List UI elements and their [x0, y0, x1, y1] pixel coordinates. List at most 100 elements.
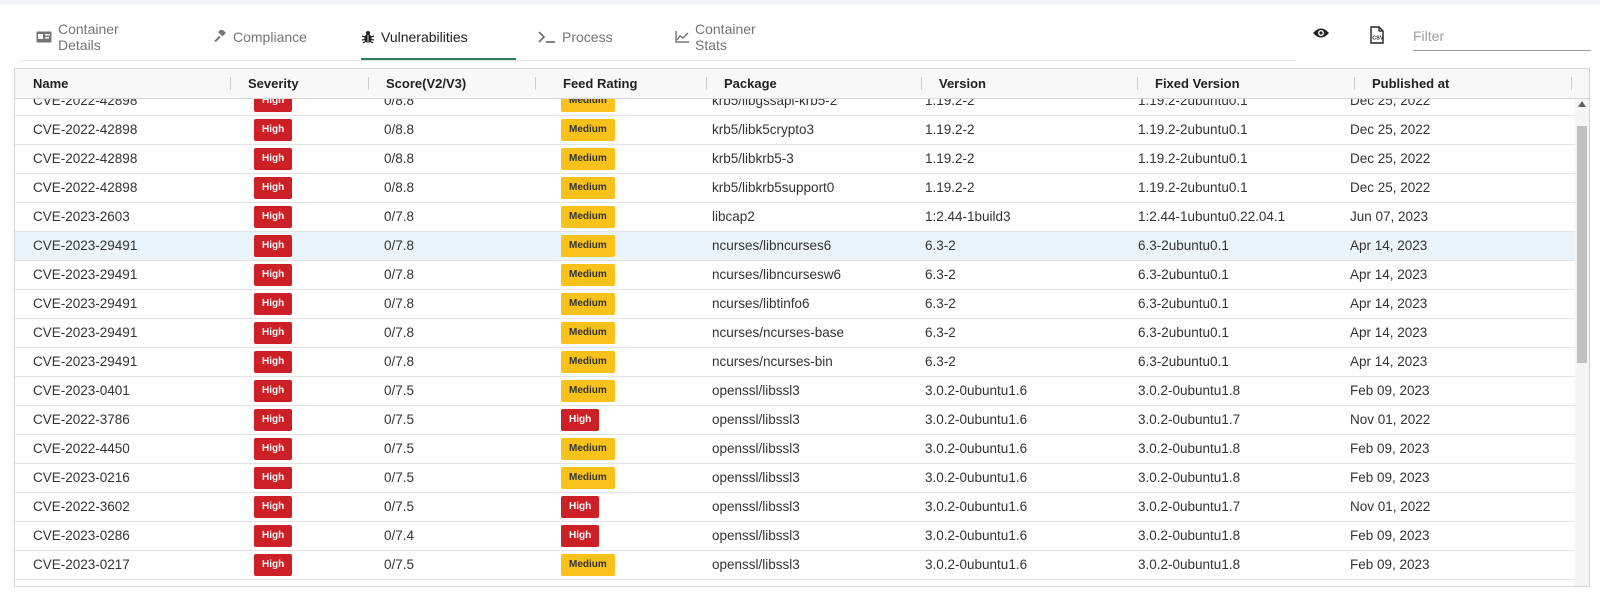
- id-card-icon: [36, 31, 52, 43]
- table-row[interactable]: CVE-2022-42898 High 0/8.8 Medium krb5/libgss…: [15, 99, 1575, 116]
- cell-published-at: Feb 09, 2023: [1350, 383, 1430, 398]
- tab-container-details[interactable]: Container Details: [26, 16, 129, 58]
- feed-rating-cell: Medium: [561, 174, 615, 202]
- cell-package: openssl/libssl3: [712, 383, 800, 398]
- table-row[interactable]: CVE-2023-0401 High 0/7.5 Medium openssl/libs…: [15, 377, 1575, 406]
- cell-score: 0/7.8: [384, 209, 415, 224]
- column-separator[interactable]: [1571, 77, 1572, 90]
- cell-package: openssl/libssl3: [712, 528, 800, 543]
- column-separator[interactable]: [921, 77, 922, 90]
- severity-cell: High: [254, 116, 293, 144]
- bug-icon: [361, 30, 375, 44]
- column-header-fixed-version[interactable]: Fixed Version: [1155, 69, 1240, 98]
- feed-rating-cell: Medium: [561, 232, 615, 260]
- severity-badge: High: [254, 264, 293, 287]
- cell-fixed-version: 3.0.2-0ubuntu1.7: [1138, 412, 1241, 427]
- cell-version: 3.0.2-0ubuntu1.6: [925, 557, 1028, 572]
- tab-vulnerabilities[interactable]: Vulnerabilities: [351, 16, 478, 58]
- table-row[interactable]: CVE-2022-3602 High 0/7.5 High openssl/libssl…: [15, 493, 1575, 522]
- cell-score: 0/7.8: [384, 267, 415, 282]
- cell-package: ncurses/libncursesw6: [712, 267, 842, 282]
- cell-name: CVE-2023-0217: [33, 557, 130, 572]
- eye-icon[interactable]: [1312, 26, 1330, 44]
- filter-input[interactable]: [1413, 22, 1591, 51]
- table-row[interactable]: CVE-2022-42898 High 0/8.8 Medium krb5/libkrb…: [15, 174, 1575, 203]
- cell-name: CVE-2023-29491: [33, 354, 138, 369]
- table-row[interactable]: CVE-2023-29491 High 0/7.8 Medium ncurses/ncu…: [15, 348, 1575, 377]
- column-header-score[interactable]: Score(V2/V3): [386, 69, 466, 98]
- cell-score: 0/8.8: [384, 151, 415, 166]
- cell-score: 0/7.8: [384, 296, 415, 311]
- column-separator[interactable]: [368, 77, 369, 90]
- table-row[interactable]: CVE-2023-0216 High 0/7.5 Medium openssl/libs…: [15, 464, 1575, 493]
- feed-rating-badge: Medium: [561, 438, 615, 461]
- tab-process[interactable]: Process: [528, 16, 623, 58]
- column-separator[interactable]: [706, 77, 707, 90]
- column-separator[interactable]: [535, 77, 536, 90]
- scroll-up-arrow-icon[interactable]: [1578, 101, 1586, 107]
- cell-name: CVE-2022-42898: [33, 99, 138, 108]
- cell-version: 3.0.2-0ubuntu1.6: [925, 528, 1028, 543]
- tab-container-stats[interactable]: Container Stats: [665, 16, 766, 58]
- feed-rating-badge: Medium: [561, 148, 615, 171]
- column-header-name[interactable]: Name: [33, 69, 68, 98]
- column-header-published-at[interactable]: Published at: [1372, 69, 1449, 98]
- table-row[interactable]: CVE-2023-29491 High 0/7.8 Medium ncurses/lib…: [15, 232, 1575, 261]
- table-row[interactable]: CVE-2023-29491 High 0/7.8 Medium ncurses/lib…: [15, 290, 1575, 319]
- table-row[interactable]: CVE-2023-0217 High 0/7.5 Medium openssl/libs…: [15, 551, 1575, 580]
- tab-label: Container Details: [58, 21, 119, 53]
- vertical-scrollbar[interactable]: [1575, 99, 1589, 586]
- table-row[interactable]: CVE-2022-3786 High 0/7.5 High openssl/libssl…: [15, 406, 1575, 435]
- chart-icon: [675, 31, 689, 43]
- cell-fixed-version: 3.0.2-0ubuntu1.8: [1138, 557, 1241, 572]
- cell-fixed-version: 3.0.2-0ubuntu1.8: [1138, 470, 1241, 485]
- cell-version: 1:2.44-1build3: [925, 209, 1011, 224]
- table-row[interactable]: CVE-2022-42898 High 0/8.8 Medium krb5/libk5c…: [15, 116, 1575, 145]
- scrollbar-thumb[interactable]: [1577, 126, 1587, 363]
- column-separator[interactable]: [1137, 77, 1138, 90]
- cell-published-at: Dec 25, 2022: [1350, 99, 1431, 108]
- svg-text:CSV: CSV: [1372, 36, 1384, 42]
- cell-published-at: Dec 25, 2022: [1350, 122, 1431, 137]
- cell-package: openssl/libssl3: [712, 557, 800, 572]
- table-row[interactable]: CVE-2023-0286 High 0/7.4 High openssl/libssl…: [15, 522, 1575, 551]
- feed-rating-cell: High: [561, 406, 600, 434]
- column-header-package[interactable]: Package: [724, 69, 777, 98]
- cell-version: 6.3-2: [925, 325, 956, 340]
- feed-rating-badge: Medium: [561, 235, 615, 258]
- table-row[interactable]: CVE-2023-2603 High 0/7.8 Medium libcap2 1:2.4…: [15, 203, 1575, 232]
- table-row[interactable]: CVE-2022-42898 High 0/8.8 Medium krb5/libkrb…: [15, 145, 1575, 174]
- severity-badge: High: [254, 554, 293, 577]
- cell-package: ncurses/ncurses-base: [712, 325, 845, 340]
- column-separator[interactable]: [1354, 77, 1355, 90]
- feed-rating-badge: High: [561, 525, 600, 548]
- feed-rating-badge: Medium: [561, 177, 615, 200]
- cell-package: ncurses/libtinfo6: [712, 296, 810, 311]
- feed-rating-cell: Medium: [561, 261, 615, 289]
- table-row[interactable]: CVE-2023-29491 High 0/7.8 Medium ncurses/lib…: [15, 261, 1575, 290]
- csv-file-icon[interactable]: CSV: [1369, 26, 1385, 49]
- cell-published-at: Feb 09, 2023: [1350, 528, 1430, 543]
- column-header-version[interactable]: Version: [939, 69, 986, 98]
- tab-compliance[interactable]: Compliance: [203, 16, 317, 58]
- cell-package: libcap2: [712, 209, 755, 224]
- column-separator[interactable]: [230, 77, 231, 90]
- severity-cell: High: [254, 522, 293, 550]
- severity-badge: High: [254, 525, 293, 548]
- cell-version: 6.3-2: [925, 296, 956, 311]
- cell-published-at: Dec 25, 2022: [1350, 180, 1431, 195]
- feed-rating-cell: High: [561, 493, 600, 521]
- tab-label: Compliance: [233, 29, 307, 45]
- cell-version: 1.19.2-2: [925, 122, 975, 137]
- cell-published-at: Feb 09, 2023: [1350, 557, 1430, 572]
- table-row[interactable]: CVE-2023-29491 High 0/7.8 Medium ncurses/ncu…: [15, 319, 1575, 348]
- feed-rating-cell: Medium: [561, 116, 615, 144]
- severity-cell: High: [254, 261, 293, 289]
- cell-name: CVE-2023-0286: [33, 528, 130, 543]
- column-header-feed-rating[interactable]: Feed Rating: [563, 69, 637, 98]
- column-header-severity[interactable]: Severity: [248, 69, 299, 98]
- severity-cell: High: [254, 319, 293, 347]
- tab-label: Vulnerabilities: [381, 29, 468, 45]
- tab-divider: [20, 60, 1296, 61]
- table-row[interactable]: CVE-2022-4450 High 0/7.5 Medium openssl/libs…: [15, 435, 1575, 464]
